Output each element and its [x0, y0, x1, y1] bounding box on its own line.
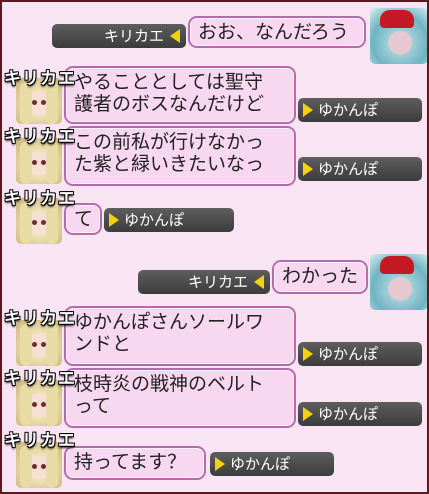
- recipient-name: キリカエ: [187, 273, 248, 291]
- message-bubble: この前私が行けなかっ た紫と緑いきたいなっ: [64, 126, 296, 186]
- arrow-right-icon: [303, 103, 313, 117]
- arrow-right-icon: [303, 347, 313, 361]
- recipient-tag: ゆかんぽ: [210, 452, 334, 476]
- recipient-name: キリカエ: [103, 27, 164, 45]
- avatar: [370, 8, 427, 64]
- recipient-tag: ゆかんぽ: [298, 402, 422, 426]
- recipient-tag: ゆかんぽ: [298, 342, 422, 366]
- message-bubble: やることとしては聖守 護者のボスなんだけど: [64, 66, 296, 124]
- speaker-name: キリカエ: [4, 369, 76, 389]
- message-bubble: 枝時炎の戦神のベルト って: [64, 368, 296, 428]
- arrow-right-icon: [109, 213, 119, 227]
- message-bubble: わかった: [272, 260, 368, 294]
- speaker-name: キリカエ: [4, 69, 76, 89]
- speaker-name: キリカエ: [4, 309, 76, 329]
- speaker-name: キリカエ: [4, 127, 76, 147]
- recipient-name: ゆかんぽ: [318, 405, 379, 423]
- speaker-name: キリカエ: [4, 189, 76, 209]
- arrow-right-icon: [215, 457, 225, 471]
- bow-icon: [380, 10, 414, 28]
- recipient-name: ゆかんぽ: [318, 345, 379, 363]
- recipient-tag: キリカエ: [52, 24, 186, 48]
- recipient-name: ゆかんぽ: [318, 101, 379, 119]
- recipient-name: ゆかんぽ: [318, 160, 379, 178]
- recipient-name: ゆかんぽ: [230, 455, 291, 473]
- recipient-tag: ゆかんぽ: [298, 98, 422, 122]
- message-bubble: 持ってます？: [64, 446, 206, 480]
- arrow-right-icon: [303, 162, 313, 176]
- arrow-left-icon: [170, 29, 180, 43]
- arrow-right-icon: [303, 407, 313, 421]
- recipient-tag: キリカエ: [138, 270, 270, 294]
- bow-icon: [380, 256, 414, 274]
- arrow-left-icon: [254, 275, 264, 289]
- avatar: [370, 254, 427, 310]
- chat-log: キリカエ おお、なんだろう キリカエ やることとしては聖守 護者のボスなんだけど…: [0, 0, 429, 494]
- recipient-tag: ゆかんぽ: [104, 208, 234, 232]
- message-bubble: おお、なんだろう: [188, 16, 366, 48]
- message-bubble: ゆかんぽさんソールワ ンドと: [64, 306, 296, 366]
- recipient-name: ゆかんぽ: [124, 211, 185, 229]
- speaker-name: キリカエ: [4, 431, 76, 451]
- recipient-tag: ゆかんぽ: [298, 157, 422, 181]
